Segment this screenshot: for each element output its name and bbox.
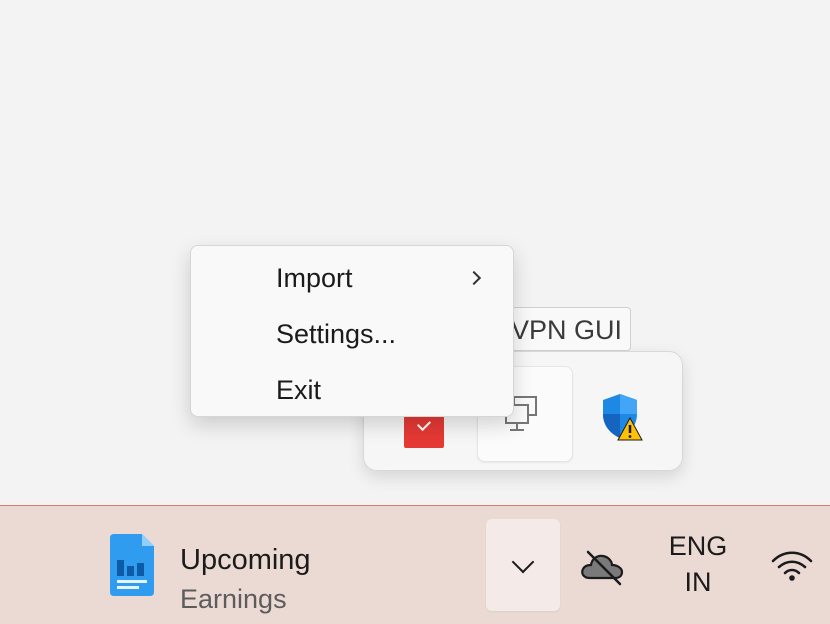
- wifi-icon: [771, 551, 813, 581]
- menu-item-label: Exit: [276, 375, 322, 405]
- network-status-button[interactable]: [762, 534, 822, 596]
- red-app-icon: [404, 416, 444, 448]
- widgets-button[interactable]: Upcoming Earnings: [100, 524, 350, 614]
- menu-item-import[interactable]: Import: [195, 252, 509, 304]
- widget-title: Upcoming: [180, 544, 311, 576]
- document-chart-icon: [110, 534, 154, 596]
- chevron-down-icon: [511, 550, 535, 574]
- chevron-right-icon: [466, 270, 482, 286]
- region-code: IN: [684, 567, 712, 597]
- taskbar: Upcoming Earnings ENG IN: [0, 505, 830, 624]
- context-menu: Import Settings... Exit: [190, 245, 514, 417]
- menu-item-label: Import: [276, 263, 353, 293]
- menu-item-exit[interactable]: Exit: [195, 364, 509, 416]
- windows-security-warning-icon: [603, 394, 643, 441]
- language-code: ENG: [668, 531, 728, 561]
- tray-item-security[interactable]: [573, 366, 667, 460]
- language-indicator[interactable]: ENG IN: [652, 528, 744, 606]
- show-hidden-icons-button[interactable]: [486, 519, 560, 611]
- onedrive-button[interactable]: [572, 534, 634, 596]
- widget-subtitle: Earnings: [180, 584, 287, 614]
- menu-item-label: Settings...: [276, 319, 397, 349]
- menu-item-settings[interactable]: Settings...: [195, 308, 509, 360]
- cloud-offline-icon: [581, 550, 624, 586]
